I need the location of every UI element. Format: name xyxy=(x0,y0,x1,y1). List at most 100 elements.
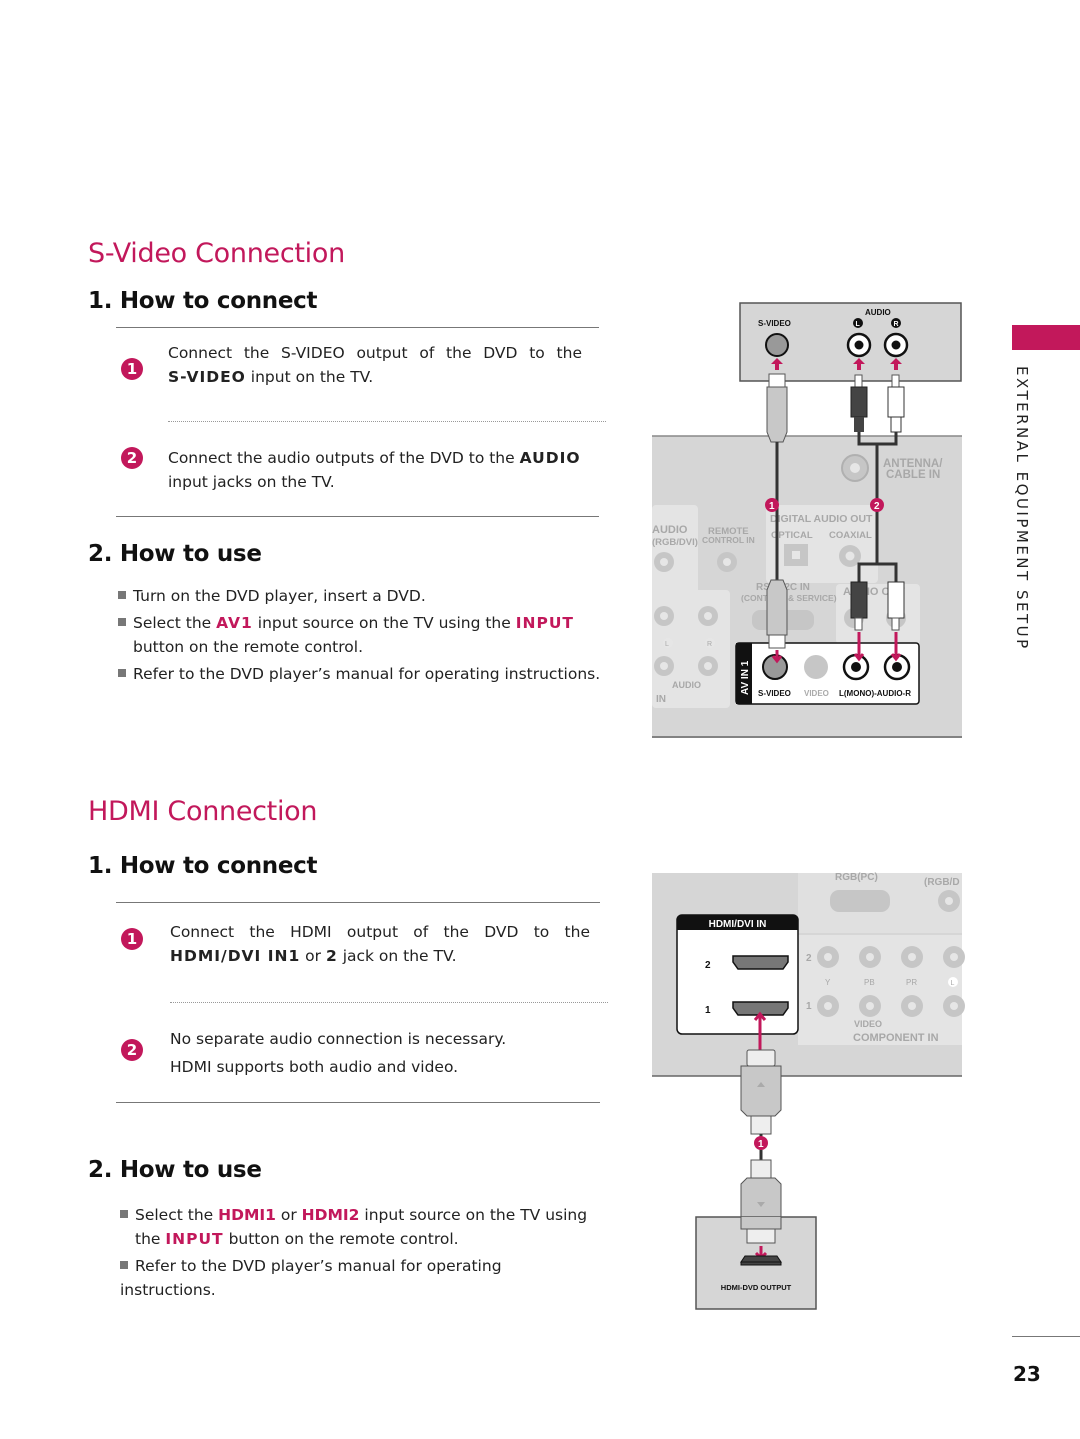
hdmi-step-1-line1: Connect the HDMI output of the DVD to th… xyxy=(170,923,590,941)
dvd-audio-label: AUDIO xyxy=(865,308,891,317)
hdmi-step-1-line2: HDMI/DVI IN1 or 2 jack on the TV. xyxy=(170,944,590,968)
vga-port xyxy=(830,890,890,912)
svideo-input-label: S-VIDEO xyxy=(168,368,246,386)
marker-2-label: 2 xyxy=(874,501,880,512)
hdmi-step-2-text: No separate audio connection is necessar… xyxy=(170,1025,600,1081)
audio-rgb-label: AUDIO xyxy=(652,524,688,536)
page-number-rule xyxy=(1012,1336,1080,1337)
bullet-text: Refer to the DVD player’s manual for ope… xyxy=(120,1257,502,1299)
jack-audio-label: L(MONO)-AUDIO-R xyxy=(839,689,911,698)
hdmi-port-2 xyxy=(732,955,789,970)
dvd-l-label: L xyxy=(856,321,861,328)
hdmi-dvi-in1-label: HDMI/DVI IN1 xyxy=(170,947,301,965)
list-item: Refer to the DVD player’s manual for ope… xyxy=(118,662,608,686)
svideo-step-2-line2: input jacks on the TV. xyxy=(168,473,335,491)
hdmi-connection-diagram: RGB(PC) (RGB/D 2 1 Y PB PR L VIDEO COMPO… xyxy=(652,872,965,1310)
in-label: IN xyxy=(656,694,666,705)
svideo-step-2-line1: Connect the audio outputs of the DVD to … xyxy=(168,446,598,470)
side-tab-marker xyxy=(1012,325,1080,350)
y-label: Y xyxy=(825,978,831,987)
hdmi-step-2-line2: HDMI supports both audio and video. xyxy=(170,1058,459,1076)
cable-in-label: CABLE IN xyxy=(886,469,940,481)
page-number: 23 xyxy=(1013,1362,1041,1386)
hdmi-connect-heading: 1. How to connect xyxy=(88,853,318,879)
svideo-step-1-line2: S-VIDEO input on the TV. xyxy=(168,365,582,389)
bullet-text-line2: the INPUT button on the remote control. xyxy=(120,1227,600,1251)
r-label: R xyxy=(707,641,712,648)
comp-1-label: 1 xyxy=(806,1001,812,1012)
divider xyxy=(116,902,600,903)
av-in-1-label: AV IN 1 xyxy=(740,660,751,695)
bullet-text: the xyxy=(135,1230,166,1248)
rgb-pc-label: RGB(PC) xyxy=(835,872,878,883)
bullet-icon xyxy=(118,618,126,626)
marker-1-label: 1 xyxy=(758,1139,764,1150)
pr-label: PR xyxy=(906,978,917,987)
hdmi-dvi-in-panel: HDMI/DVI IN 2 1 xyxy=(676,914,799,1050)
video-jack xyxy=(804,655,828,679)
hdmi-port-2-label: 2 xyxy=(705,960,711,971)
hdmi1-label: HDMI1 xyxy=(218,1206,276,1224)
control-in-label: CONTROL IN xyxy=(702,535,755,545)
rgb-dvi-label: (RGB/D xyxy=(924,877,960,888)
list-item: Select the AV1 input source on the TV us… xyxy=(118,611,608,659)
svideo-connect-heading: 1. How to connect xyxy=(88,288,318,314)
svideo-step-1-rest: input on the TV. xyxy=(245,368,374,386)
dotted-divider xyxy=(168,421,606,422)
pb-label: PB xyxy=(864,978,875,987)
component-in-label: COMPONENT IN xyxy=(853,1032,939,1044)
comp-2-label: 2 xyxy=(806,953,812,964)
bullet-text: Select the xyxy=(135,1206,219,1224)
svideo-step-1-line1: Connect the S-VIDEO output of the DVD to… xyxy=(168,344,582,362)
bullet-text-line2: button on the remote control. xyxy=(133,638,363,656)
bullet-text: input source on the TV using the xyxy=(252,614,516,632)
svideo-step-2-text: Connect the audio outputs of the DVD to … xyxy=(168,446,598,494)
step-number-1: 1 xyxy=(121,928,143,950)
jack-video-label: VIDEO xyxy=(804,689,829,698)
hdmi-dvi-in-label: HDMI/DVI IN xyxy=(709,919,767,930)
hdmi2-label: HDMI2 xyxy=(301,1206,360,1224)
bullet-text: Refer to the DVD player’s manual for ope… xyxy=(133,665,601,683)
input-label: INPUT xyxy=(515,614,574,632)
bullet-icon xyxy=(118,591,126,599)
hdmi-use-heading: 2. How to use xyxy=(88,1157,262,1183)
dvd-svideo-label: S-VIDEO xyxy=(758,319,791,328)
hdmi-use-list: Select the HDMI1 or HDMI2 input source o… xyxy=(120,1203,600,1302)
dvd-hdmi-port xyxy=(740,1255,782,1266)
step-number-2: 2 xyxy=(121,447,143,469)
hdmi-dvd-output-label: HDMI-DVD OUTPUT xyxy=(721,1283,792,1292)
dotted-divider xyxy=(170,1002,608,1003)
dvd-svideo-jack xyxy=(765,333,789,357)
divider xyxy=(116,327,599,328)
list-item: Select the HDMI1 or HDMI2 input source o… xyxy=(120,1203,600,1251)
bullet-icon xyxy=(120,1210,128,1218)
marker-1-label: 1 xyxy=(769,501,775,512)
bullet-icon xyxy=(120,1261,128,1269)
bullet-text: button on the remote control. xyxy=(223,1230,459,1248)
svideo-step-2-pre: Connect the audio outputs of the DVD to … xyxy=(168,449,520,467)
bullet-icon xyxy=(118,669,126,677)
list-item: Turn on the DVD player, insert a DVD. xyxy=(118,584,608,608)
hdmi-port-2-label: 2 xyxy=(325,947,338,965)
hdmi-step-1-text: Connect the HDMI output of the DVD to th… xyxy=(170,920,590,968)
control-service-label: (CONTROL & SERVICE) xyxy=(741,593,837,603)
hdmi-cable: 1 xyxy=(740,1049,782,1229)
coaxial-label: COAXIAL xyxy=(829,530,872,541)
jack-svideo-label: S-VIDEO xyxy=(758,689,791,698)
svideo-use-list: Turn on the DVD player, insert a DVD. Se… xyxy=(118,584,608,686)
step-number-2: 2 xyxy=(121,1039,143,1061)
svideo-use-heading: 2. How to use xyxy=(88,541,262,567)
rgb-dvi-label: (RGB/DVI) xyxy=(652,537,698,548)
input-label: INPUT xyxy=(165,1230,224,1248)
digital-audio-out-label: DIGITAL AUDIO OUT xyxy=(770,513,873,525)
video-label: VIDEO xyxy=(854,1019,882,1029)
bullet-text: input source on the TV using xyxy=(359,1206,588,1224)
dvd-player-panel: S-VIDEO AUDIO L R xyxy=(739,302,962,382)
hdmi-section-title: HDMI Connection xyxy=(88,796,318,827)
bullet-text: Select the xyxy=(133,614,217,632)
side-section-label: EXTERNAL EQUIPMENT SETUP xyxy=(1013,366,1031,651)
hdmi-step-2-line1: No separate audio connection is necessar… xyxy=(170,1030,507,1048)
dvd-player-panel: HDMI-DVD OUTPUT xyxy=(695,1216,817,1310)
hdmi-port-1-label: 1 xyxy=(705,1005,711,1016)
hdmi-step-1-mid: or xyxy=(300,947,326,965)
